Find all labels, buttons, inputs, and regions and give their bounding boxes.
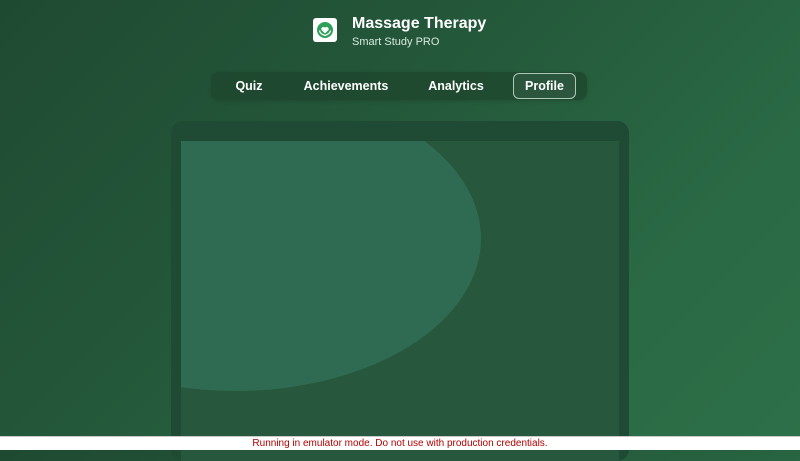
app-titles: Massage Therapy Smart Study PRO [352, 14, 486, 49]
app-subtitle: Smart Study PRO [352, 36, 440, 48]
tab-achievements[interactable]: Achievements [296, 73, 396, 99]
content-screen [181, 141, 619, 461]
app-header: Massage Therapy Smart Study PRO [313, 14, 486, 49]
device-frame [171, 121, 629, 461]
tab-quiz[interactable]: Quiz [225, 73, 273, 99]
main-nav: Quiz Achievements Analytics Profile [211, 72, 587, 100]
decorative-ellipse [181, 141, 481, 391]
heart-hands-icon [313, 18, 337, 42]
tab-profile[interactable]: Profile [513, 73, 576, 99]
app-title: Massage Therapy [352, 15, 487, 32]
emulator-warning-banner: Running in emulator mode. Do not use wit… [0, 436, 800, 450]
tab-analytics[interactable]: Analytics [418, 73, 494, 99]
